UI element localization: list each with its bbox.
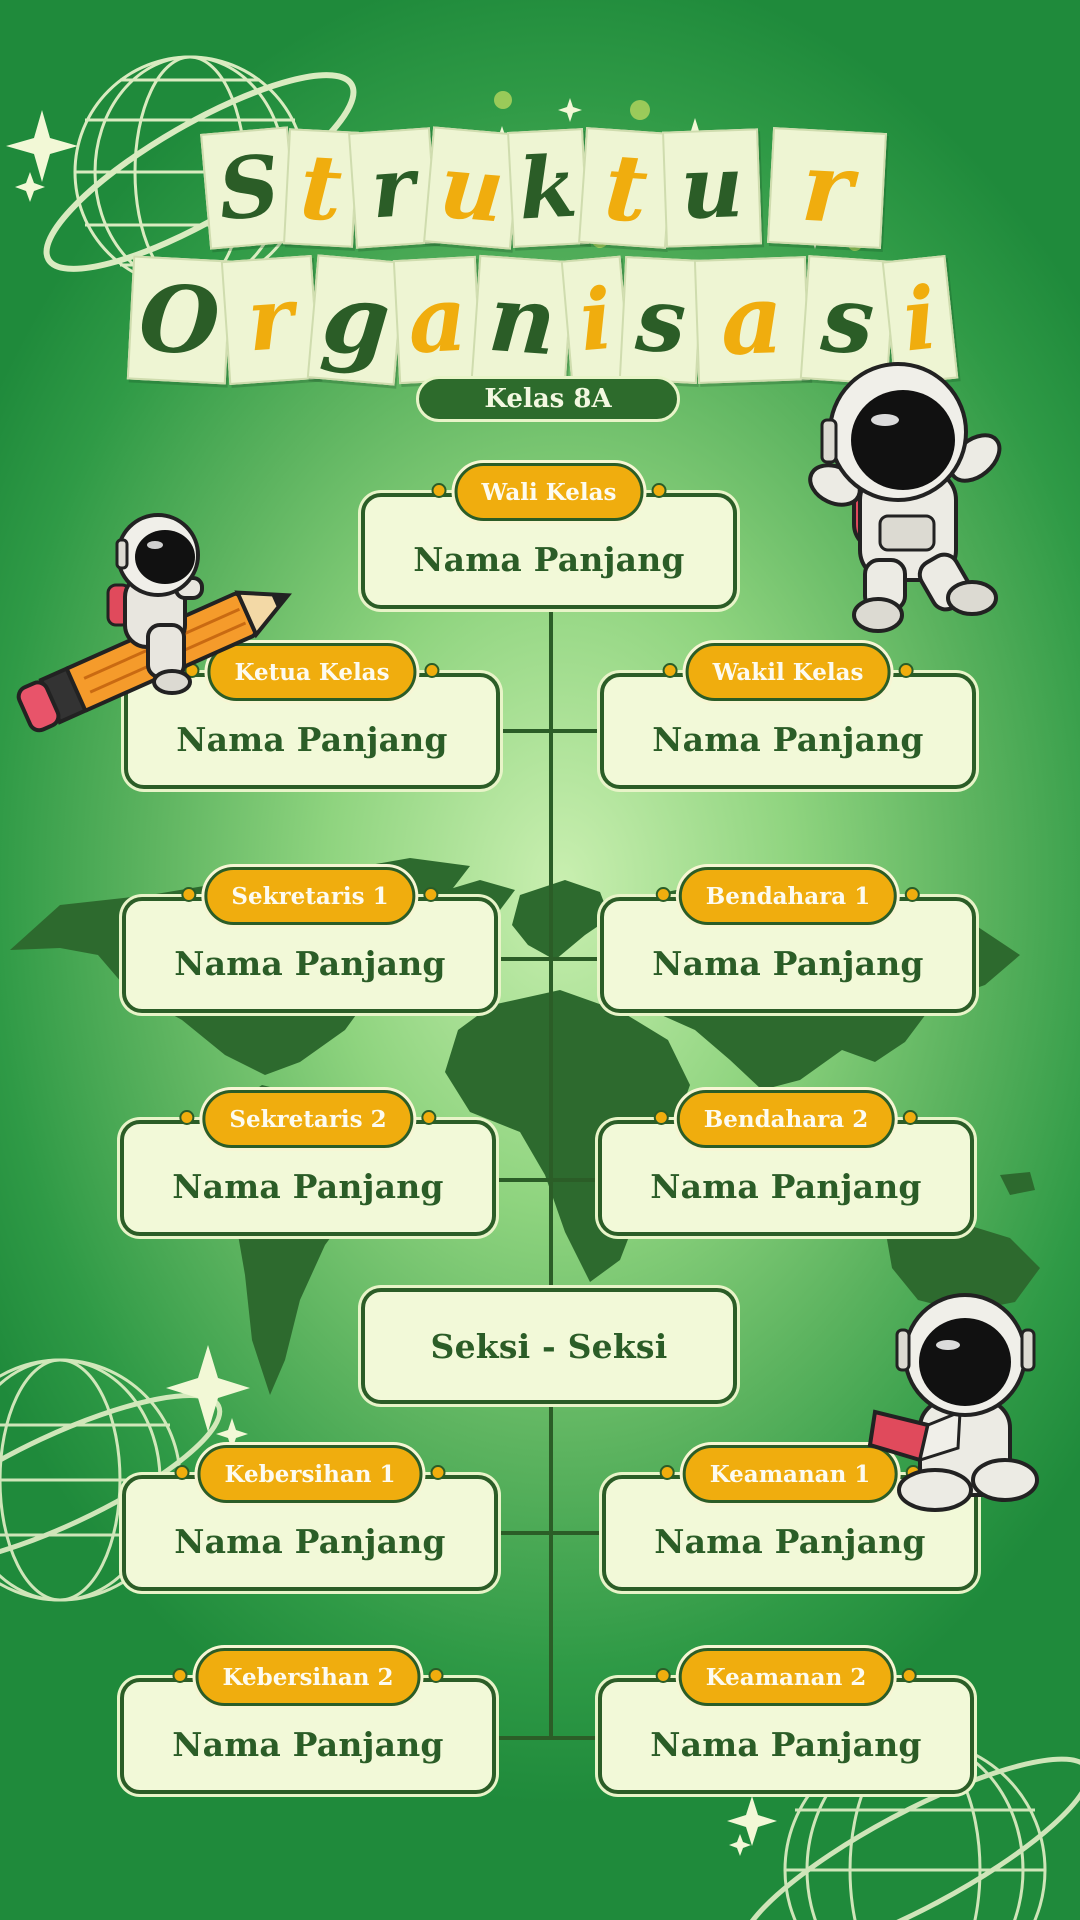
title-letter: r <box>220 254 321 386</box>
role-badge: Sekretaris 1 <box>181 867 439 925</box>
title-letter: r <box>767 127 887 249</box>
title-letter: g <box>306 254 406 386</box>
title-letter: u <box>423 126 521 250</box>
org-card-wakil-kelas: Wakil Kelas Nama Panjang <box>600 643 976 789</box>
role-badge: Wakil Kelas <box>662 643 914 701</box>
title-letter: a <box>392 255 483 385</box>
role-badge: Bendahara 1 <box>655 867 921 925</box>
org-card-keamanan-1: Keamanan 1 Nama Panjang <box>602 1445 978 1591</box>
title-letter: k <box>507 128 589 248</box>
title-letter: O <box>126 255 233 385</box>
title-letter: s <box>618 256 704 384</box>
connector-line <box>494 1178 600 1182</box>
class-label: Kelas 8A <box>416 376 680 422</box>
section-label: Seksi - Seksi <box>430 1326 668 1366</box>
connector-line <box>549 1404 553 1740</box>
connector-line <box>549 610 553 1290</box>
title-letter: n <box>470 254 575 386</box>
title-letter: t <box>283 128 359 248</box>
org-card-sekretaris-1: Sekretaris 1 Nama Panjang <box>122 867 498 1013</box>
role-badge: Keamanan 1 <box>659 1445 920 1503</box>
title-letter: a <box>693 256 811 384</box>
role-badge: Bendahara 2 <box>653 1090 919 1148</box>
org-card-seksi: Seksi - Seksi <box>361 1288 737 1404</box>
title-line-1: Struktur <box>0 126 1080 260</box>
member-name: Nama Panjang <box>650 1166 922 1206</box>
member-name: Nama Panjang <box>172 1724 444 1764</box>
org-card-sekretaris-2: Sekretaris 2 Nama Panjang <box>120 1090 496 1236</box>
title-letter: t <box>578 127 674 249</box>
title-letter: s <box>799 255 897 385</box>
connector-line <box>498 1736 602 1740</box>
connector-line <box>500 729 602 733</box>
org-card-bendahara-2: Bendahara 2 Nama Panjang <box>598 1090 974 1236</box>
role-badge: Wali Kelas <box>431 463 667 521</box>
org-card-bendahara-1: Bendahara 1 Nama Panjang <box>600 867 976 1013</box>
member-name: Nama Panjang <box>654 1521 926 1561</box>
member-name: Nama Panjang <box>650 1724 922 1764</box>
org-card-ketua-kelas: Ketua Kelas Nama Panjang <box>124 643 500 789</box>
role-badge: Keamanan 2 <box>655 1648 916 1706</box>
member-name: Nama Panjang <box>174 1521 446 1561</box>
member-name: Nama Panjang <box>172 1166 444 1206</box>
org-card-wali-kelas: Wali Kelas Nama Panjang <box>361 463 737 609</box>
member-name: Nama Panjang <box>652 943 924 983</box>
role-badge: Kebersihan 1 <box>174 1445 446 1503</box>
org-card-kebersihan-2: Kebersihan 2 Nama Panjang <box>120 1648 496 1794</box>
member-name: Nama Panjang <box>652 719 924 759</box>
role-badge: Ketua Kelas <box>184 643 440 701</box>
title-line-2: Organisasi <box>0 254 1080 388</box>
org-card-kebersihan-1: Kebersihan 1 Nama Panjang <box>122 1445 498 1591</box>
role-badge: Sekretaris 2 <box>179 1090 437 1148</box>
member-name: Nama Panjang <box>176 719 448 759</box>
title-letter: i <box>881 254 959 386</box>
member-name: Nama Panjang <box>413 539 685 579</box>
connector-line <box>498 1531 604 1535</box>
role-badge: Kebersihan 2 <box>172 1648 444 1706</box>
title-letter: u <box>662 128 762 248</box>
member-name: Nama Panjang <box>174 943 446 983</box>
org-card-keamanan-2: Keamanan 2 Nama Panjang <box>598 1648 974 1794</box>
connector-line <box>496 957 604 961</box>
